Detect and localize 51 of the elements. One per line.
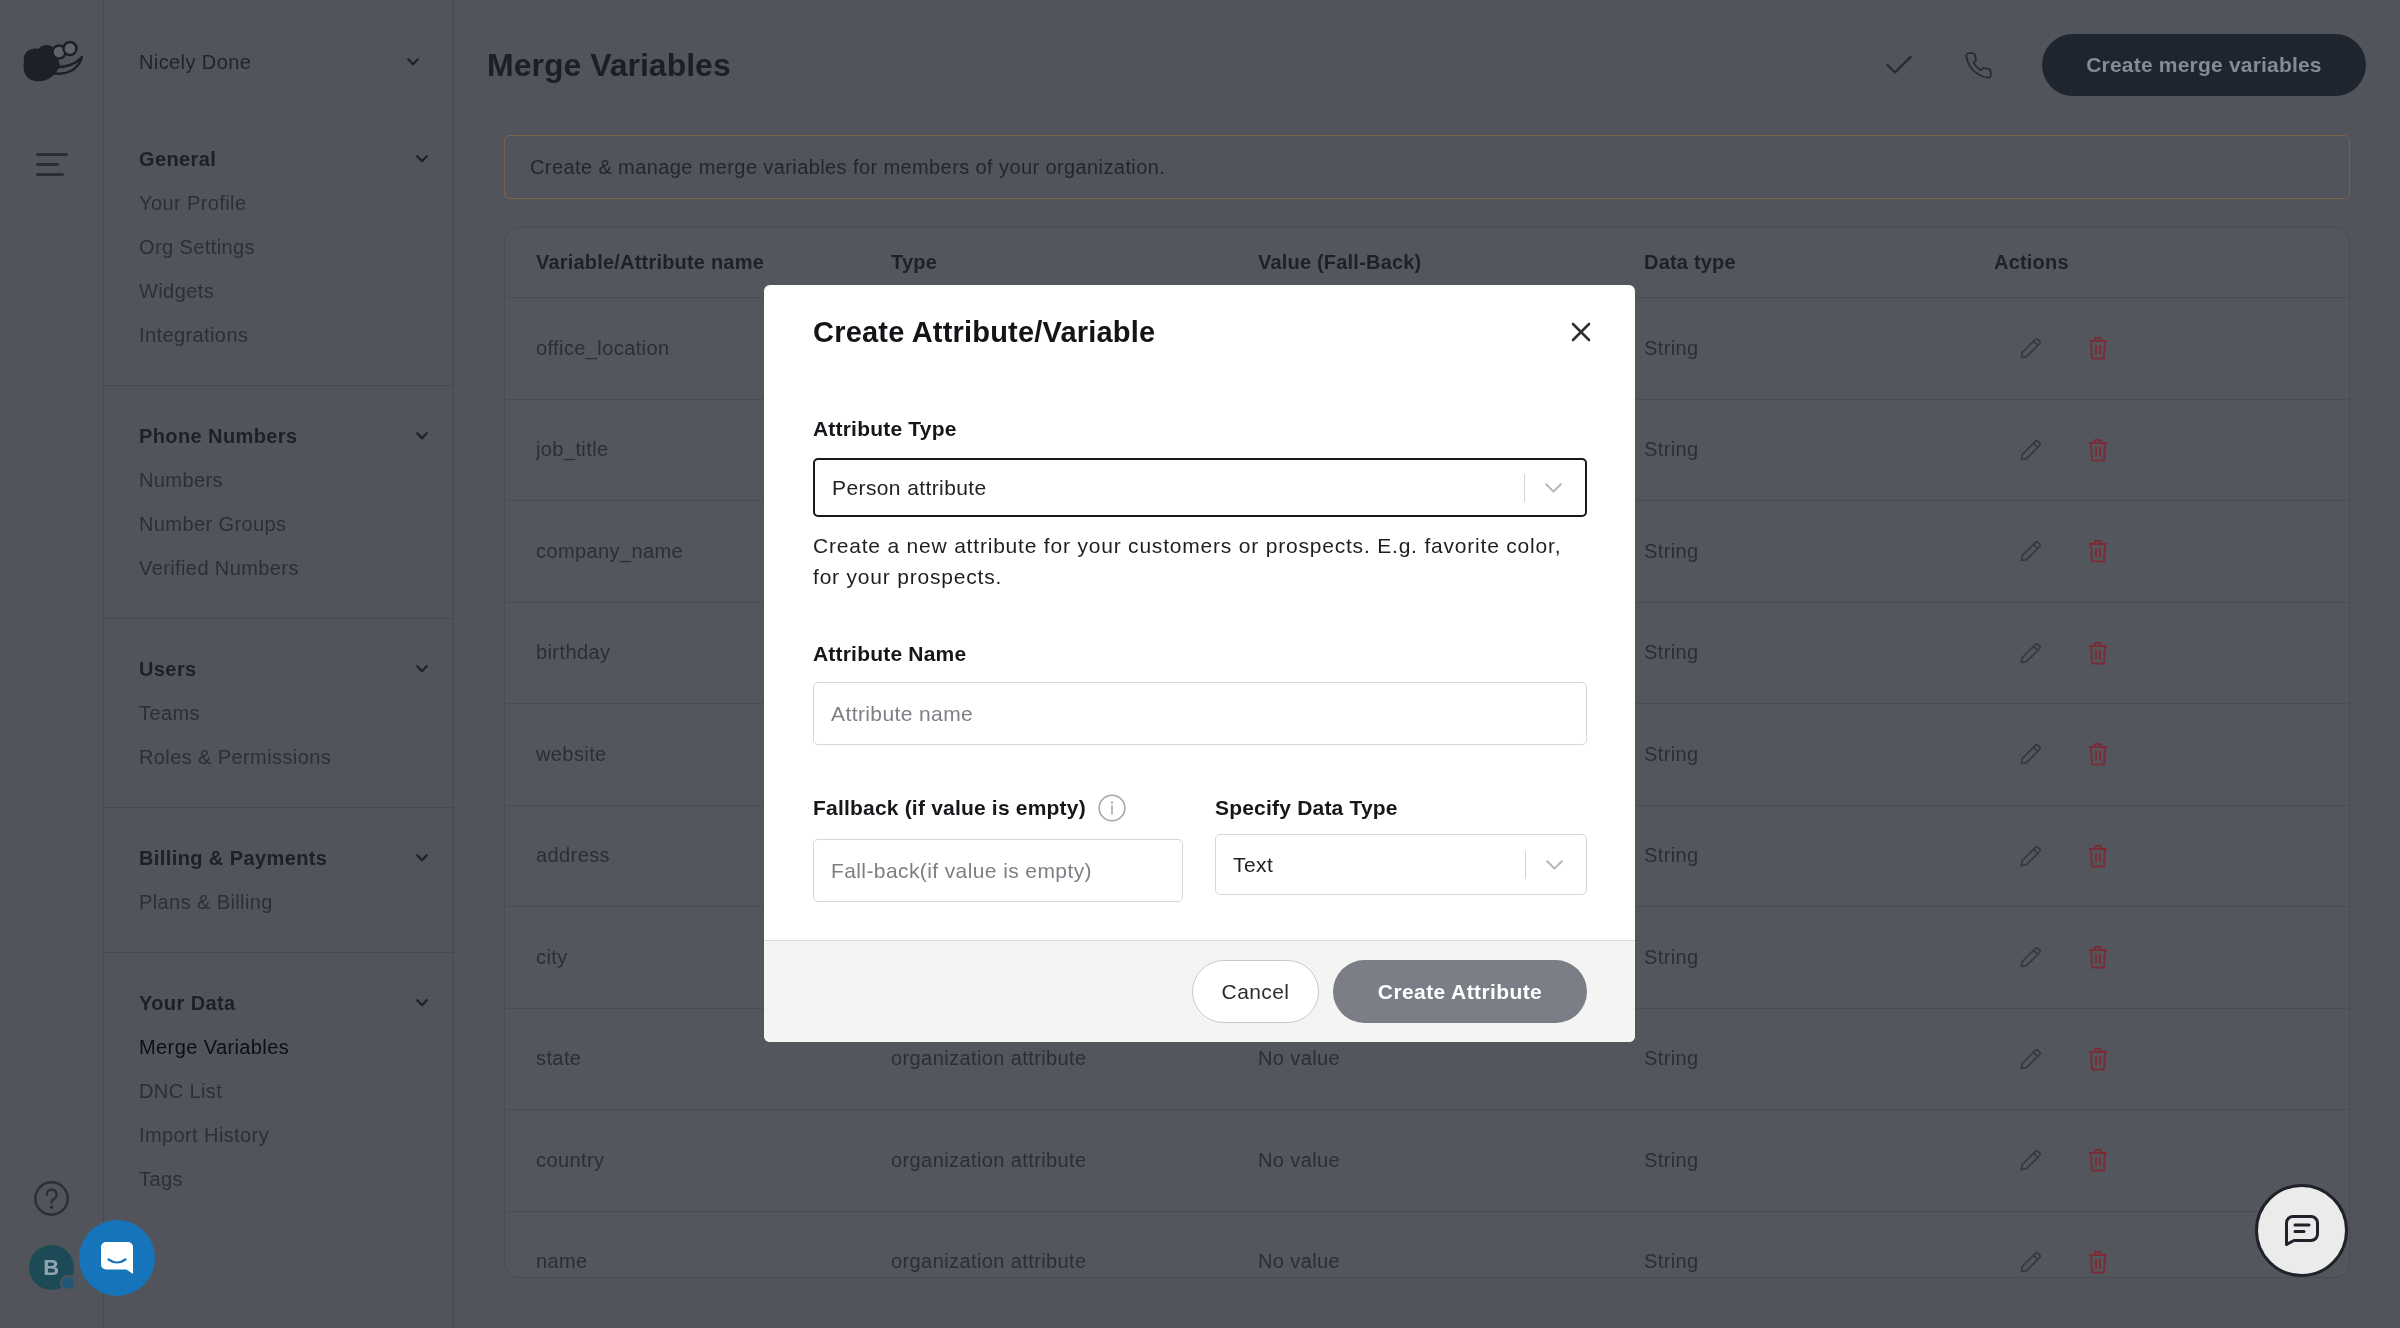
help-icon[interactable] (34, 1181, 69, 1216)
chat-bubble-icon (101, 1242, 133, 1274)
pencil-icon[interactable] (2020, 1250, 2042, 1273)
text-input-field[interactable]: Attribute name (813, 682, 1587, 745)
user-avatar[interactable]: B (29, 1245, 74, 1290)
pencil-icon[interactable] (2020, 946, 2042, 969)
info-icon[interactable] (1097, 794, 1126, 822)
chevron-down-icon[interactable] (416, 665, 428, 673)
chevron-down-icon[interactable] (407, 58, 419, 66)
trash-icon[interactable] (2088, 1046, 2108, 1071)
trash-icon[interactable] (2088, 1148, 2108, 1173)
field-label: Attribute Type (813, 416, 957, 442)
pencil-icon[interactable] (2020, 1047, 2042, 1070)
status-dot-icon (60, 1275, 76, 1291)
select-field[interactable]: Person attribute (813, 458, 1587, 517)
select-field[interactable]: Text (1215, 834, 1587, 895)
chevron-down-icon[interactable] (416, 432, 428, 440)
pencil-icon[interactable] (2020, 844, 2042, 867)
check-icon[interactable] (1886, 55, 1912, 75)
help-text: Create a new attribute for your customers or prospects. E.g. favorite color, for your prospects. (813, 533, 1563, 590)
trash-icon[interactable] (2088, 336, 2108, 361)
pencil-icon[interactable] (2020, 337, 2042, 360)
chevron-down-icon[interactable] (1545, 482, 1562, 493)
trash-icon[interactable] (2088, 945, 2108, 970)
modal-title: Create Attribute/Variable (813, 315, 1156, 349)
text-input-field[interactable]: Fall-back(if value is empty) (813, 839, 1183, 902)
trash-icon[interactable] (2088, 437, 2108, 462)
trash-icon[interactable] (2088, 843, 2108, 868)
sidebar-item[interactable]: Merge Variables (139, 1035, 290, 1059)
trash-icon[interactable] (2088, 539, 2108, 564)
trash-icon[interactable] (2088, 1249, 2108, 1274)
trash-icon[interactable] (2088, 742, 2108, 767)
chevron-down-icon[interactable] (1546, 859, 1563, 870)
menu-icon[interactable] (35, 153, 68, 176)
pencil-icon[interactable] (2020, 438, 2042, 461)
close-icon[interactable] (1571, 322, 1591, 342)
chevron-down-icon[interactable] (416, 854, 428, 862)
chevron-down-icon[interactable] (416, 155, 428, 163)
pencil-icon[interactable] (2020, 743, 2042, 766)
message-icon (2284, 1215, 2319, 1246)
create-merge-variables-button[interactable]: Create merge variables (2042, 34, 2366, 96)
pencil-icon[interactable] (2020, 540, 2042, 563)
phone-icon[interactable] (1965, 51, 1992, 79)
cancel-button[interactable]: Cancel (1192, 960, 1319, 1023)
field-label: Specify Data Type (1215, 795, 1398, 821)
pencil-icon[interactable] (2020, 1149, 2042, 1172)
chevron-down-icon[interactable] (416, 999, 428, 1007)
field-label: Attribute Name (813, 641, 967, 667)
trash-icon[interactable] (2088, 640, 2108, 665)
field-label: Fallback (if value is empty) (813, 795, 1086, 821)
pencil-icon[interactable] (2020, 641, 2042, 664)
